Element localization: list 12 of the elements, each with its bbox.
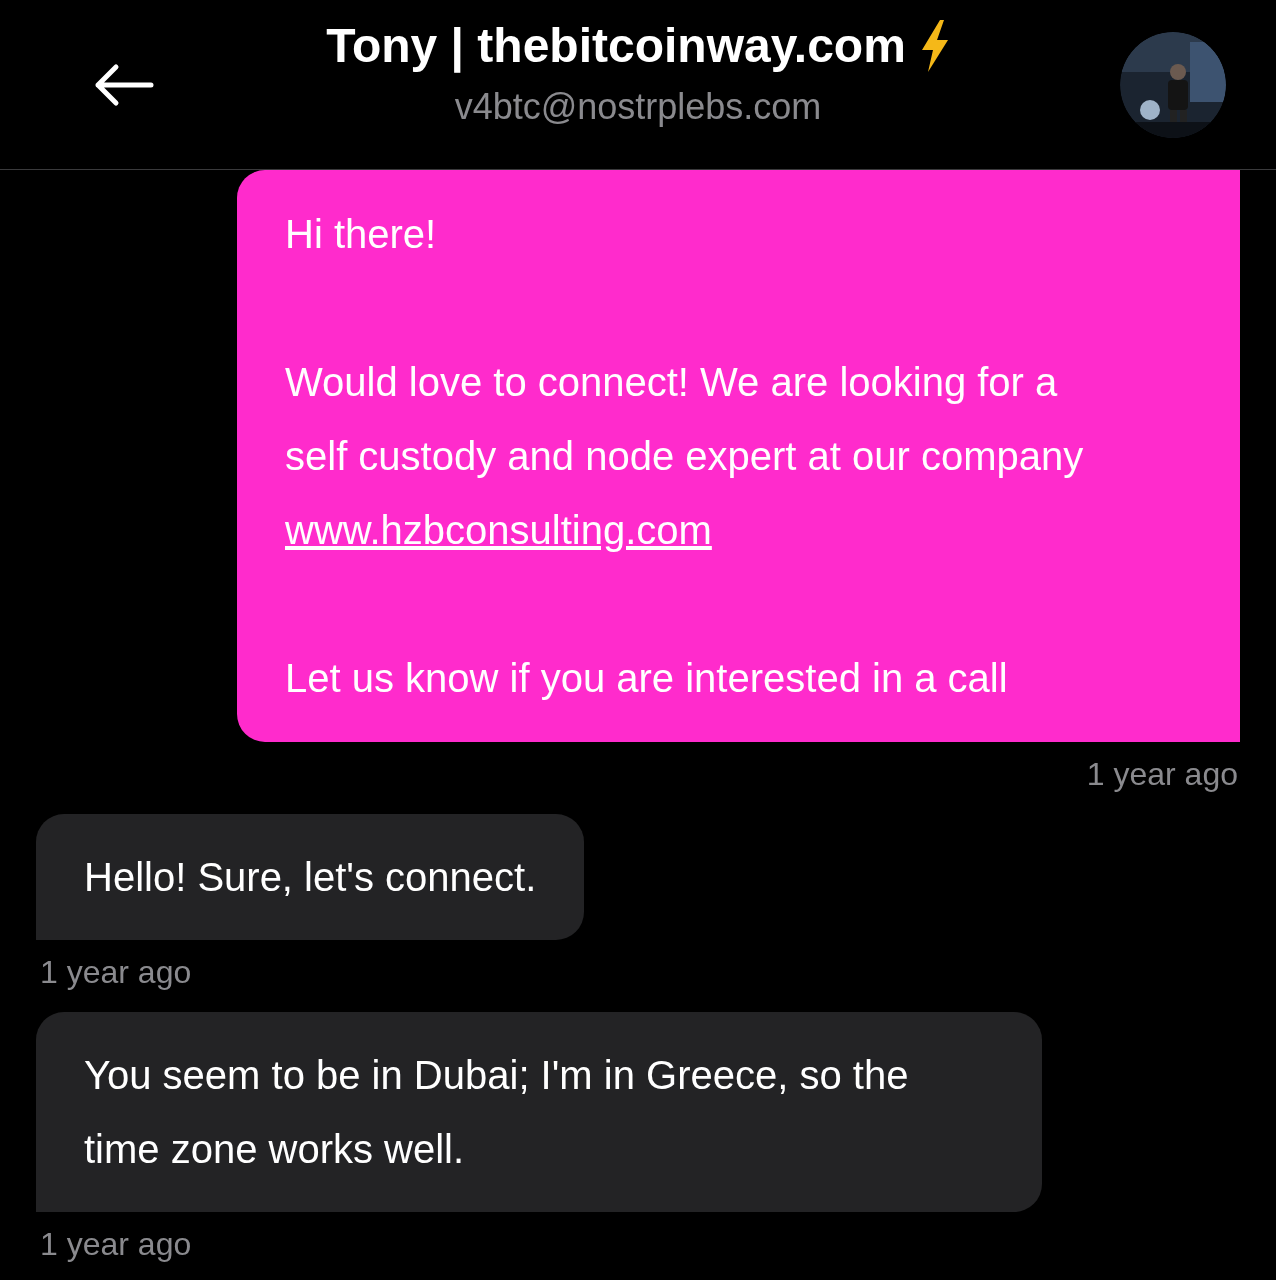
message-time: 1 year ago <box>1086 755 1239 794</box>
back-arrow-icon <box>94 62 154 107</box>
message-time: 1 year ago <box>39 1225 192 1264</box>
message-text: You seem to be in Dubai; I'm in Greece, so the time zone works well. <box>84 1052 910 1173</box>
message-time: 1 year ago <box>39 953 192 992</box>
contact-name: Tony | thebitcoinway.com <box>326 17 906 75</box>
lightning-icon <box>919 19 950 72</box>
message-text: Let us know if you are interested in a call <box>285 655 1009 702</box>
message-text: Hello! Sure, let's connect. <box>84 854 537 901</box>
message-link[interactable]: www.hzbconsulting.com <box>285 493 712 567</box>
contact-address: v4btc@nostrplebs.com <box>454 84 822 129</box>
message-text: Hi there! <box>285 211 438 258</box>
